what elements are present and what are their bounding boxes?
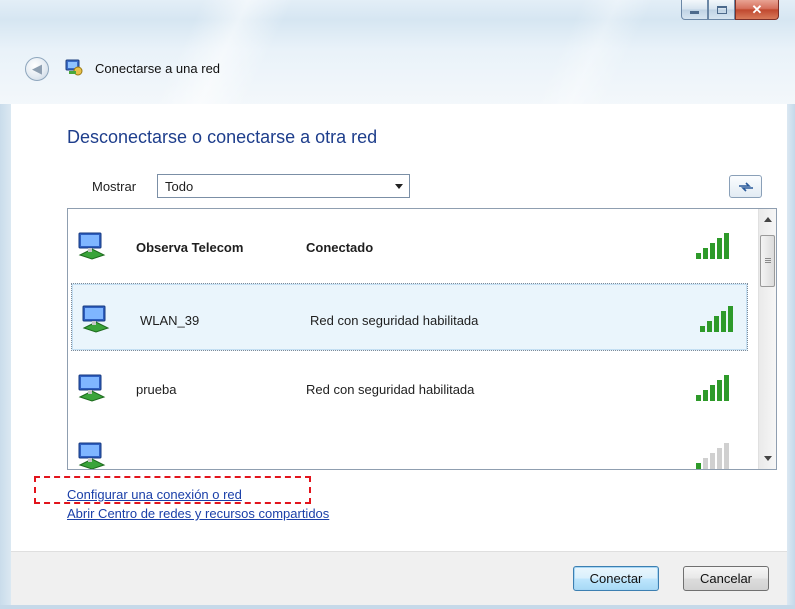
list-scrollbar[interactable] xyxy=(758,209,776,469)
network-connect-icon xyxy=(65,59,83,76)
network-row[interactable]: Observa Telecom Conectado xyxy=(68,211,751,279)
window-left-border xyxy=(0,104,11,609)
dialog-footer: Conectar Cancelar xyxy=(11,551,787,605)
window-bottom-border xyxy=(0,605,795,609)
scrollbar-thumb[interactable] xyxy=(760,235,775,287)
setup-connection-link[interactable]: Configurar una conexión o red xyxy=(67,487,242,502)
minimize-button[interactable] xyxy=(681,0,708,20)
network-status: Red con seguridad habilitada xyxy=(306,382,475,397)
network-row[interactable] xyxy=(68,421,751,469)
cancel-button[interactable]: Cancelar xyxy=(683,566,769,591)
network-name: WLAN_39 xyxy=(140,313,200,328)
title-bar[interactable] xyxy=(0,0,795,120)
signal-strength-icon xyxy=(700,306,733,332)
network-status: Red con seguridad habilitada xyxy=(310,313,479,328)
close-icon: ✕ xyxy=(751,1,763,17)
back-button[interactable]: ◀ xyxy=(25,57,49,81)
filter-dropdown[interactable]: Todo xyxy=(157,174,410,198)
window-right-border xyxy=(787,104,795,609)
close-button[interactable]: ✕ xyxy=(735,0,779,20)
filter-label: Mostrar xyxy=(92,179,137,194)
scroll-up-icon[interactable] xyxy=(764,217,772,222)
wireless-network-icon xyxy=(78,232,106,260)
chevron-down-icon xyxy=(395,184,403,189)
network-list[interactable]: Observa Telecom Conectado WLAN_39 Red con s… xyxy=(67,208,777,470)
maximize-icon xyxy=(716,5,727,14)
window-title: Conectarse a una red xyxy=(95,61,221,76)
network-name: prueba xyxy=(136,382,177,397)
dialog-content: Desconectarse o conectarse a otra red Mo… xyxy=(11,104,787,559)
wireless-network-icon xyxy=(78,442,106,469)
wireless-network-icon xyxy=(82,305,110,333)
page-heading: Desconectarse o conectarse a otra red xyxy=(67,127,378,147)
refresh-icon xyxy=(738,181,753,192)
minimize-icon xyxy=(690,11,699,14)
wireless-network-icon xyxy=(78,374,106,402)
network-status: Conectado xyxy=(306,240,374,255)
back-arrow-icon: ◀ xyxy=(32,61,42,76)
filter-selected-value: Todo xyxy=(165,178,194,194)
scroll-down-icon[interactable] xyxy=(764,456,772,461)
network-row[interactable]: prueba Red con seguridad habilitada xyxy=(68,353,751,421)
network-row[interactable]: WLAN_39 Red con seguridad habilitada xyxy=(71,283,748,351)
refresh-button[interactable] xyxy=(729,175,762,198)
signal-strength-icon xyxy=(696,233,729,259)
network-center-link[interactable]: Abrir Centro de redes y recursos compart… xyxy=(67,506,329,521)
maximize-button[interactable] xyxy=(708,0,735,20)
dialog-window: ✕ ◀ Conectarse a una red Desconectarse o… xyxy=(0,0,795,609)
window-controls: ✕ xyxy=(681,0,779,22)
network-name: Observa Telecom xyxy=(136,240,244,255)
connect-button[interactable]: Conectar xyxy=(573,566,659,591)
signal-strength-icon xyxy=(696,443,729,469)
signal-strength-icon xyxy=(696,375,729,401)
